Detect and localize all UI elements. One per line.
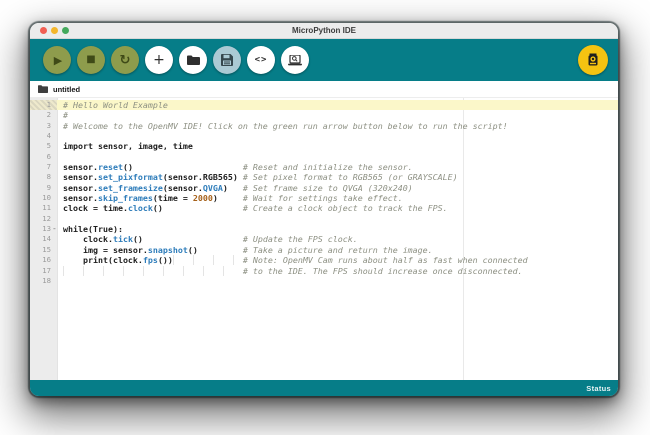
code-line[interactable]: 15 img = sensor.snapshot() # Take a pict… (30, 245, 618, 255)
line-number: 16 (42, 255, 51, 265)
save-file-button[interactable] (213, 46, 241, 74)
line-number: 7 (46, 162, 51, 172)
play-icon: ▶ (53, 53, 63, 67)
line-number: 10 (42, 193, 51, 203)
file-tab-label[interactable]: untitled (53, 85, 80, 94)
code-text: # to the IDE. The FPS should increase on… (63, 265, 523, 276)
code-line[interactable]: 3 # Welcome to the OpenMV IDE! Click on t… (30, 121, 618, 131)
code-text: img = sensor.snapshot() # Take a picture… (63, 244, 433, 255)
code-line[interactable]: 18 (30, 276, 618, 286)
code-text: # Hello World Example (63, 100, 168, 110)
status-bar: Status (30, 380, 618, 396)
code-line[interactable]: 9 sensor.set_framesize(sensor.QVGA) # Set… (30, 183, 618, 193)
code-text: sensor.skip_frames(time = 2000) # Wait f… (63, 193, 403, 204)
code-text: clock.tick() # Update the FPS clock. (63, 234, 358, 245)
line-number: 8 (46, 172, 51, 182)
reload-icon: ↻ (119, 52, 131, 68)
code-line[interactable]: 13- while(True): (30, 224, 618, 234)
code-line[interactable]: 11 clock = time.clock() # Create a clock … (30, 203, 618, 213)
folder-icon (186, 55, 200, 65)
status-label[interactable]: Status (586, 384, 611, 393)
frame-buffer-button[interactable] (281, 46, 309, 74)
code-line[interactable]: 8 sensor.set_pixformat(sensor.RGB565) # S… (30, 172, 618, 182)
line-number: 15 (42, 244, 51, 254)
fold-marker[interactable]: - (52, 224, 57, 234)
stop-script-button[interactable]: ■ (77, 46, 105, 74)
code-text: sensor.set_framesize(sensor.QVGA) # Set … (63, 182, 413, 193)
line-number: 9 (46, 182, 51, 192)
run-script-button[interactable]: ▶ (43, 46, 71, 74)
code-line[interactable]: 12 (30, 214, 618, 224)
line-number: 13 (42, 224, 51, 234)
code-text: # Welcome to the OpenMV IDE! Click on th… (63, 120, 508, 131)
code-text: sensor.set_pixformat(sensor.RGB565) # Se… (63, 172, 458, 183)
code-line[interactable]: 10 sensor.skip_frames(time = 2000) # Wait… (30, 193, 618, 203)
line-number: 14 (42, 234, 51, 244)
line-number: 12 (42, 213, 51, 223)
reset-camera-button[interactable]: ↻ (111, 46, 139, 74)
open-file-button[interactable] (179, 46, 207, 74)
code-text: clock = time.clock() # Create a clock ob… (63, 203, 448, 214)
file-folder-icon (38, 85, 48, 93)
line-number: 18 (42, 275, 51, 285)
code-text: sensor.reset() # Reset and initialize th… (63, 162, 413, 173)
new-file-button[interactable]: + (145, 46, 173, 74)
code-line[interactable]: 7 sensor.reset() # Reset and initialize t… (30, 162, 618, 172)
ide-window: MicroPython IDE ▶ ■ ↻ + <> untitled 1 # … (30, 23, 618, 396)
zoom-window-button[interactable] (62, 27, 69, 34)
title-bar: MicroPython IDE (30, 23, 618, 39)
toolbar: ▶ ■ ↻ + <> (30, 39, 618, 81)
code-line[interactable]: 17 # to the IDE. The FPS should increase… (30, 265, 618, 276)
window-title: MicroPython IDE (291, 26, 356, 35)
line-number: 11 (42, 203, 51, 213)
code-area: 1 # Hello World Example 2 #3 # Welcome to th… (30, 100, 618, 286)
line-number: 4 (46, 131, 51, 141)
code-editor[interactable]: 1 # Hello World Example 2 #3 # Welcome to th… (30, 98, 618, 380)
line-number: 2 (46, 110, 51, 120)
code-line[interactable]: 2 # (30, 110, 618, 120)
line-number: 17 (42, 265, 51, 275)
file-tab-bar: untitled (30, 81, 618, 98)
code-line[interactable]: 4 (30, 131, 618, 141)
code-line[interactable]: 1 # Hello World Example (30, 100, 618, 111)
serial-terminal-button[interactable]: <> (247, 46, 275, 74)
code-line[interactable]: 16 print(clock.fps()) # Note: OpenMV Cam… (30, 255, 618, 266)
line-number: 6 (46, 151, 51, 161)
code-line[interactable]: 6 (30, 152, 618, 162)
floppy-icon (221, 54, 233, 66)
camera-board-icon (587, 53, 599, 67)
code-text: # (63, 110, 68, 121)
close-window-button[interactable] (40, 27, 47, 34)
line-number: 1 (46, 100, 51, 109)
stop-icon: ■ (86, 54, 96, 65)
code-text: while(True): (63, 224, 123, 235)
code-text: print(clock.fps()) # Note: OpenMV Cam ru… (63, 255, 528, 266)
connect-camera-button[interactable] (578, 45, 608, 75)
laptop-zoom-icon (288, 54, 302, 66)
minimize-window-button[interactable] (51, 27, 58, 34)
line-number: 5 (46, 141, 51, 151)
code-line[interactable]: 5 import sensor, image, time (30, 141, 618, 151)
line-number: 3 (46, 120, 51, 130)
code-text: import sensor, image, time (63, 141, 193, 152)
plus-icon: + (153, 52, 165, 68)
code-line[interactable]: 14 clock.tick() # Update the FPS clock. (30, 234, 618, 244)
code-icon: <> (254, 54, 268, 65)
